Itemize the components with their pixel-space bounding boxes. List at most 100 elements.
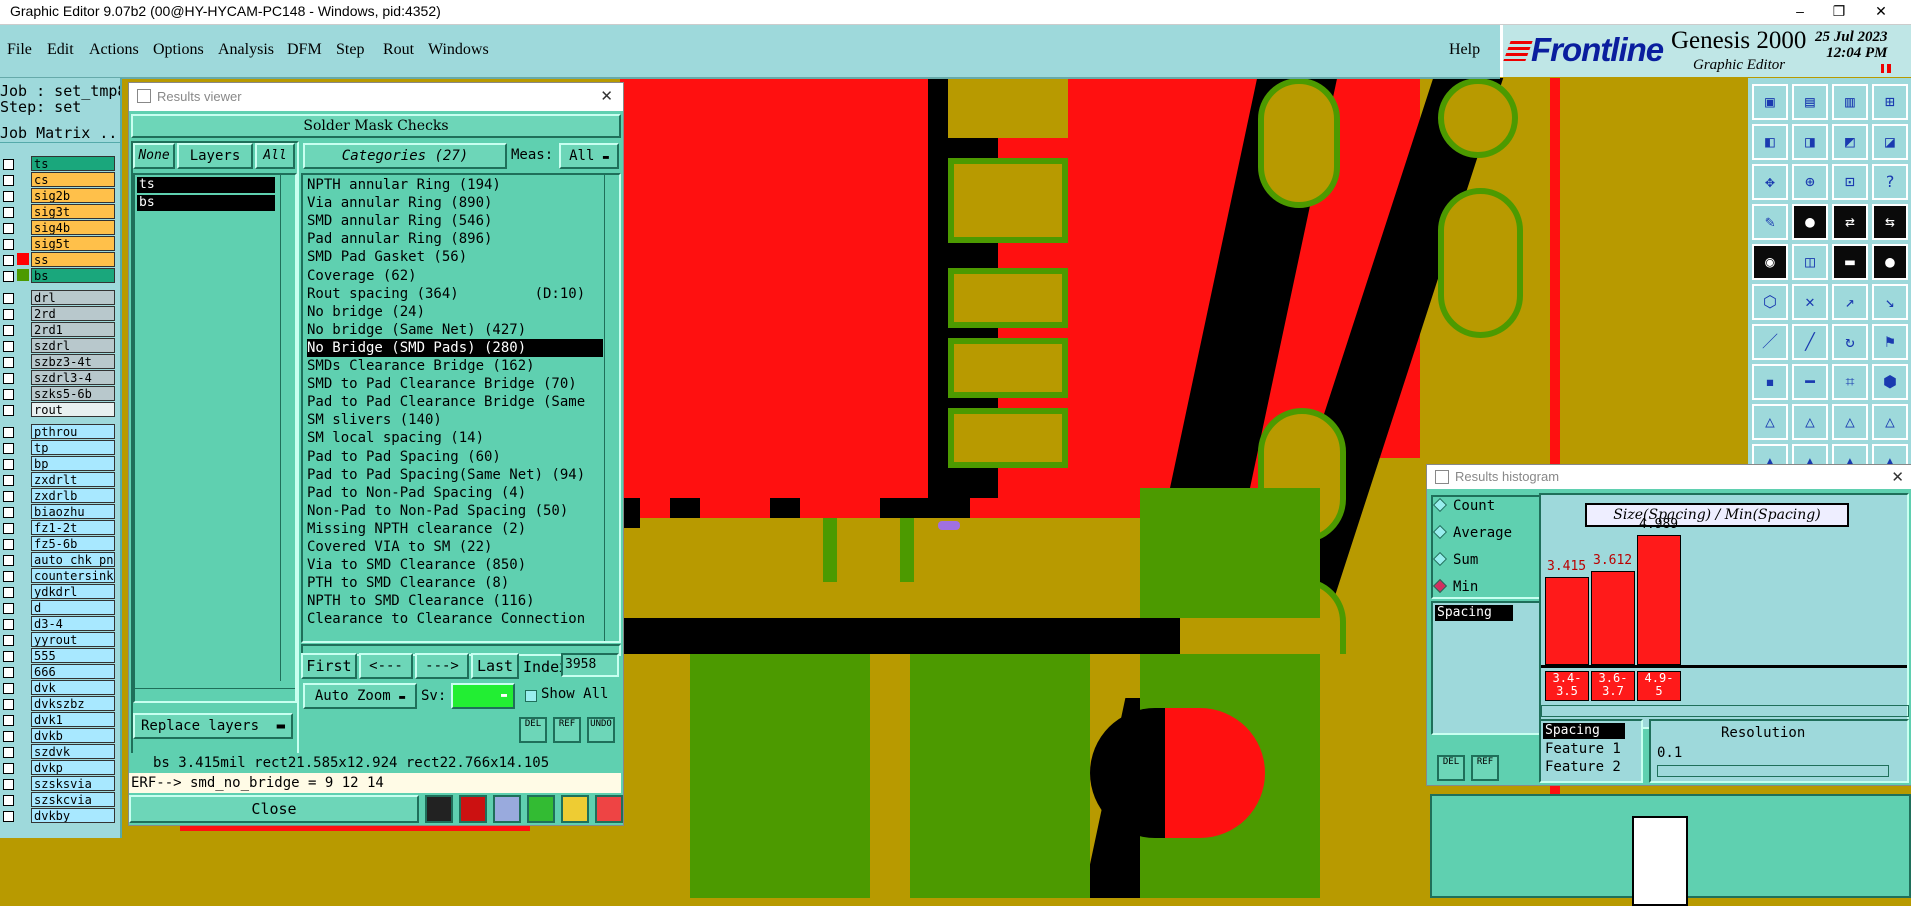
layer-checkbox[interactable] xyxy=(3,191,14,202)
layer-checkbox[interactable] xyxy=(3,747,14,758)
pause-icon[interactable] xyxy=(1881,64,1891,73)
menu-windows[interactable]: Windows xyxy=(428,41,489,59)
layer-checkbox[interactable] xyxy=(3,475,14,486)
layer-checkbox[interactable] xyxy=(3,715,14,726)
close-icon[interactable]: ✕ xyxy=(1891,468,1904,486)
layer-checkbox[interactable] xyxy=(3,357,14,368)
layer-name[interactable]: szdrl3-4 xyxy=(31,370,115,385)
layer-row[interactable]: ts xyxy=(0,156,117,171)
tool-button-icon[interactable]: ▪ xyxy=(1752,364,1788,400)
layer-row[interactable]: bs xyxy=(0,268,117,283)
category-item[interactable]: No bridge (Same Net) (427) xyxy=(307,321,526,339)
layer-row[interactable]: zxdrlt xyxy=(0,472,117,487)
layer-checkbox[interactable] xyxy=(3,309,14,320)
layer-name[interactable]: 666 xyxy=(31,664,115,679)
layer-checkbox[interactable] xyxy=(3,459,14,470)
tool-button-icon[interactable]: ▤ xyxy=(1792,84,1828,120)
layer-row[interactable]: sig4b xyxy=(0,220,117,235)
layer-name[interactable]: sig3t xyxy=(31,204,115,219)
layer-row[interactable]: sig5t xyxy=(0,236,117,251)
layer-checkbox[interactable] xyxy=(3,635,14,646)
layer-checkbox[interactable] xyxy=(3,223,14,234)
next-button[interactable]: ---> xyxy=(415,653,469,679)
category-item[interactable]: SM slivers (140) xyxy=(307,411,442,429)
layer-checkbox[interactable] xyxy=(3,523,14,534)
layer-scrollbar[interactable] xyxy=(280,175,295,681)
layer-row[interactable]: dvkp xyxy=(0,760,117,775)
category-item[interactable]: No bridge (24) xyxy=(307,303,425,321)
menu-help[interactable]: Help xyxy=(1449,41,1480,59)
layer-name[interactable]: fz1-2t xyxy=(31,520,115,535)
tool-button-icon[interactable]: ↗ xyxy=(1832,284,1868,320)
category-item[interactable]: Pad to Pad Spacing (60) xyxy=(307,448,501,466)
layer-checkbox[interactable] xyxy=(3,555,14,566)
layer-row[interactable]: ss xyxy=(0,252,117,267)
category-item[interactable]: Clearance to Clearance Connection xyxy=(307,610,585,628)
layer-row[interactable]: szdrl xyxy=(0,338,117,353)
layer-name[interactable]: dvkszbz xyxy=(31,696,115,711)
category-item[interactable]: SMDs Clearance Bridge (162) xyxy=(307,357,535,375)
tool-button-icon[interactable]: ● xyxy=(1792,204,1828,240)
mode-option[interactable]: Count xyxy=(1432,497,1495,514)
layer-checkbox[interactable] xyxy=(3,619,14,630)
layer-row[interactable]: d3-4 xyxy=(0,616,117,631)
layer-row[interactable]: dvkb xyxy=(0,728,117,743)
category-item[interactable]: SMD to Pad Clearance Bridge (70) xyxy=(307,375,577,393)
tool-button-icon[interactable]: △ xyxy=(1752,404,1788,440)
category-item[interactable]: PTH to SMD Clearance (8) xyxy=(307,574,509,592)
category-item[interactable]: Pad to Pad Clearance Bridge (Same xyxy=(307,393,585,411)
layer-row[interactable]: biaozhu xyxy=(0,504,117,519)
layer-checkbox[interactable] xyxy=(3,651,14,662)
layer-row[interactable]: dvkby xyxy=(0,808,117,823)
category-scrollbar[interactable] xyxy=(604,175,619,641)
bar-range-label[interactable]: 3.4- 3.5 xyxy=(1545,671,1589,701)
layer-name[interactable]: fz5-6b xyxy=(31,536,115,551)
layer-checkbox[interactable] xyxy=(3,271,14,282)
histogram-bar[interactable] xyxy=(1637,535,1681,665)
restore-button[interactable]: ❐ xyxy=(1816,0,1862,24)
none-button[interactable]: None xyxy=(133,143,175,169)
tool-button-icon[interactable]: ↻ xyxy=(1832,324,1868,360)
layer-row[interactable]: sig2b xyxy=(0,188,117,203)
layer-row[interactable]: 666 xyxy=(0,664,117,679)
tool-button-icon[interactable]: ◩ xyxy=(1832,124,1868,160)
tool-button-icon[interactable]: ✕ xyxy=(1792,284,1828,320)
layer-name[interactable]: ss xyxy=(31,252,115,267)
histogram-hscrollbar[interactable] xyxy=(1541,705,1909,717)
category-item[interactable]: NPTH to SMD Clearance (116) xyxy=(307,592,535,610)
layer-list-item[interactable]: ts xyxy=(137,177,275,193)
field-feature-1[interactable]: Feature 1 xyxy=(1545,741,1621,757)
layer-row[interactable]: szbz3-4t xyxy=(0,354,117,369)
layer-name[interactable]: szdvk xyxy=(31,744,115,759)
tool-button-icon[interactable]: ◨ xyxy=(1792,124,1828,160)
category-item[interactable]: Coverage (62) xyxy=(307,267,417,285)
layer-row[interactable]: drl xyxy=(0,290,117,305)
menu-actions[interactable]: Actions xyxy=(89,41,139,59)
layer-row[interactable]: dvk xyxy=(0,680,117,695)
tool-button-icon[interactable]: ╱ xyxy=(1792,324,1828,360)
layer-checkbox[interactable] xyxy=(3,587,14,598)
radio-icon[interactable] xyxy=(1432,497,1448,513)
job-matrix-button[interactable]: Job Matrix ... xyxy=(0,124,120,143)
layer-row[interactable]: pthrou xyxy=(0,424,117,439)
categories-button[interactable]: Categories (27) xyxy=(303,143,507,169)
layer-name[interactable]: drl xyxy=(31,290,115,305)
layer-checkbox[interactable] xyxy=(3,811,14,822)
layer-checkbox[interactable] xyxy=(3,239,14,250)
layer-checkbox[interactable] xyxy=(3,779,14,790)
layer-checkbox[interactable] xyxy=(3,293,14,304)
layer-row[interactable]: sig3t xyxy=(0,204,117,219)
layer-checkbox[interactable] xyxy=(3,763,14,774)
layer-row[interactable]: dvkszbz xyxy=(0,696,117,711)
radio-icon[interactable] xyxy=(1432,578,1448,594)
tool-button-icon[interactable]: ▥ xyxy=(1832,84,1868,120)
layer-checkbox[interactable] xyxy=(3,159,14,170)
layer-checkbox[interactable] xyxy=(3,571,14,582)
tool-button-icon[interactable]: ⊕ xyxy=(1792,164,1828,200)
clear-icon[interactable] xyxy=(425,795,453,823)
tool-button-icon[interactable]: ／ xyxy=(1752,324,1788,360)
layer-name[interactable]: bs xyxy=(31,268,115,283)
tool-button-icon[interactable]: ⊡ xyxy=(1832,164,1868,200)
layer-checkbox[interactable] xyxy=(3,699,14,710)
layer-name[interactable]: dvk1 xyxy=(31,712,115,727)
